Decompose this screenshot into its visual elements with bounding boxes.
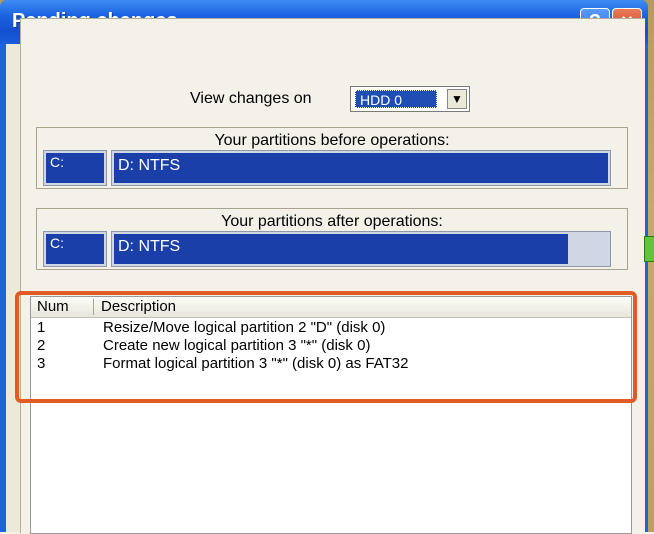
partition-label: D: NTFS (118, 238, 181, 255)
partitions-after-title: Your partitions after operations: (221, 213, 443, 230)
partitions-before-title: Your partitions before operations: (214, 132, 450, 149)
partition-after-c[interactable]: C: (43, 231, 107, 267)
partition-before-c[interactable]: C: (43, 150, 107, 186)
view-changes-label: View changes on (190, 90, 312, 107)
partition-fill (114, 234, 568, 264)
disk-select-value: HDD 0 (355, 90, 437, 108)
partitions-after-group: Your partitions after operations: C: D: … (36, 208, 654, 270)
disk-select[interactable]: HDD 0 ▼ (350, 86, 470, 112)
partition-label: D: NTFS (118, 157, 181, 174)
chevron-down-icon[interactable]: ▼ (447, 89, 467, 109)
highlight-outline (15, 291, 637, 403)
partition-after-new[interactable]: *: (644, 236, 654, 262)
partition-after-d[interactable]: D: NTFS *: (111, 231, 654, 267)
partitions-before-group: Your partitions before operations: C: D:… (36, 127, 628, 189)
partition-label: C: (50, 235, 64, 251)
partition-fill (114, 153, 608, 183)
partition-before-d[interactable]: D: NTFS (111, 150, 611, 186)
partition-label: C: (50, 154, 64, 170)
